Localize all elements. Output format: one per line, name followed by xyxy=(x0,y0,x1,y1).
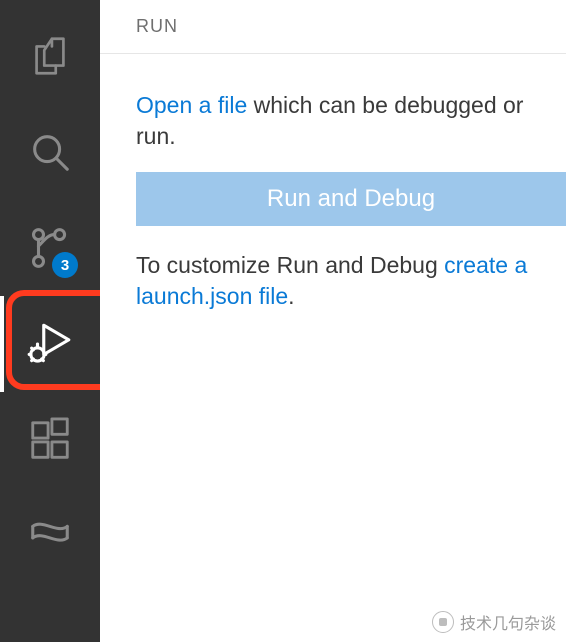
activity-source-control[interactable]: 3 xyxy=(0,200,100,296)
activity-run-and-debug[interactable] xyxy=(0,296,100,392)
open-file-link[interactable]: Open a file xyxy=(136,92,247,118)
watermark-icon xyxy=(432,611,454,633)
open-file-hint: Open a file which can be debugged or run… xyxy=(136,90,566,152)
watermark: 技术几句杂谈 xyxy=(432,610,556,634)
extensions-icon xyxy=(27,417,73,463)
run-panel: RUN Open a file which can be debugged or… xyxy=(100,0,566,642)
scm-badge: 3 xyxy=(52,252,78,278)
files-icon xyxy=(27,33,73,79)
panel-body: Open a file which can be debugged or run… xyxy=(100,54,566,332)
customize-lead-text: To customize Run and Debug xyxy=(136,252,444,278)
watermark-text: 技术几句杂谈 xyxy=(460,610,556,634)
activity-bar: 3 xyxy=(0,0,100,642)
customize-tail-text: . xyxy=(288,283,294,309)
ribbon-icon xyxy=(27,513,73,559)
activity-extensions[interactable] xyxy=(0,392,100,488)
panel-title: RUN xyxy=(100,0,566,54)
activity-explorer[interactable] xyxy=(0,8,100,104)
customize-hint: To customize Run and Debug create a laun… xyxy=(136,250,566,312)
run-and-debug-button[interactable]: Run and Debug xyxy=(136,172,566,226)
run-and-debug-icon xyxy=(25,319,75,369)
activity-other[interactable] xyxy=(0,488,100,584)
activity-search[interactable] xyxy=(0,104,100,200)
search-icon xyxy=(27,129,73,175)
